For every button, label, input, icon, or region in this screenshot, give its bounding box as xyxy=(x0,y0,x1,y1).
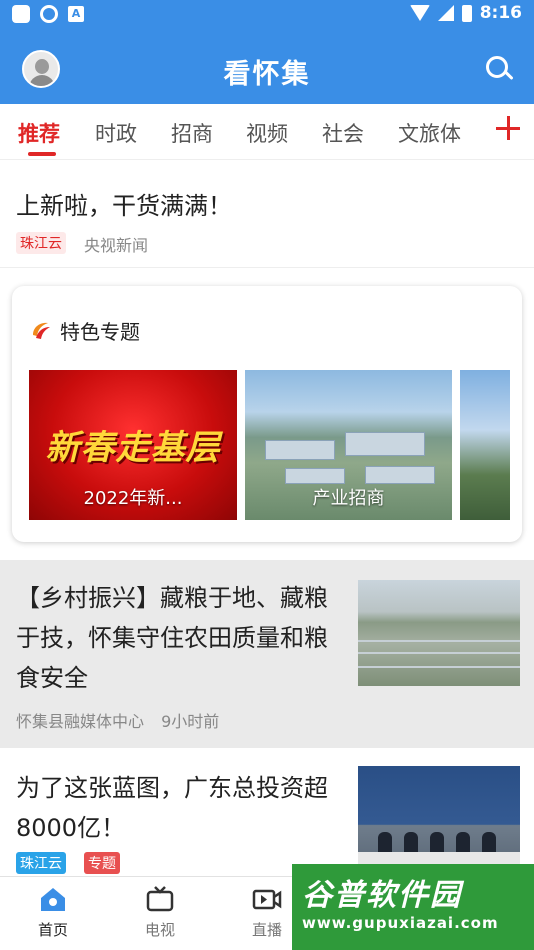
source-badge: 珠江云 xyxy=(16,852,66,874)
news-item[interactable]: 上新啦，干货满满！ 珠江云 央视新闻 xyxy=(0,168,534,268)
home-icon xyxy=(41,888,65,911)
topic-badge: 专题 xyxy=(84,852,120,874)
special-topics-title: 特色专题 xyxy=(60,320,140,344)
watermark-url: www.gupuxiazai.com xyxy=(302,914,499,932)
special-topic-item[interactable]: 新春走基层 2022年新... xyxy=(29,370,237,520)
special-topic-item[interactable] xyxy=(460,370,510,520)
nav-live[interactable]: 直播 xyxy=(237,885,297,940)
tab-culture-tourism-sports[interactable]: 文旅体 xyxy=(398,118,461,148)
news-thumbnail xyxy=(358,580,520,686)
news-title: 上新啦，干货满满！ xyxy=(16,192,232,220)
active-tab-indicator xyxy=(28,152,56,156)
watermark-main-text: 谷普软件园 xyxy=(302,878,462,913)
page-title: 看怀集 xyxy=(223,59,311,90)
tab-society[interactable]: 社会 xyxy=(322,118,364,148)
app-notification-icon: A xyxy=(68,6,84,22)
category-tabs: 推荐 时政 招商 视频 社会 文旅体 xyxy=(0,104,534,160)
tab-video[interactable]: 视频 xyxy=(246,118,288,148)
search-icon[interactable] xyxy=(484,54,514,84)
app-header: 看怀集 xyxy=(0,30,534,104)
tab-politics[interactable]: 时政 xyxy=(95,118,137,148)
tv-icon xyxy=(146,886,174,912)
news-source: 央视新闻 xyxy=(84,236,149,255)
nav-label: 直播 xyxy=(251,921,282,939)
tab-recommend[interactable]: 推荐 xyxy=(18,118,60,148)
status-time: 8:16 xyxy=(479,3,522,23)
news-item[interactable]: 【乡村振兴】藏粮于地、藏粮于技，怀集守住农田质量和粮食安全 怀集县融媒体中心 9… xyxy=(0,560,534,748)
nav-label: 首页 xyxy=(37,921,68,939)
nav-label: 电视 xyxy=(144,921,175,939)
special-topics-card: 特色专题 新春走基层 2022年新... 产业招商 xyxy=(12,286,522,542)
status-bar: A 8:16 xyxy=(0,0,534,30)
sync-icon xyxy=(40,5,58,23)
live-video-icon xyxy=(252,889,282,910)
wifi-icon xyxy=(409,5,430,21)
topic-caption: 产业招商 xyxy=(312,488,385,509)
nav-home[interactable]: 首页 xyxy=(23,885,83,940)
site-watermark: 谷普软件园 www.gupuxiazai.com xyxy=(292,864,534,950)
topic-caption: 2022年新... xyxy=(83,488,183,509)
special-topic-item[interactable]: 产业招商 xyxy=(245,370,452,520)
signal-icon xyxy=(437,5,454,21)
battery-icon xyxy=(461,4,472,22)
news-item[interactable]: 为了这张蓝图，广东总投资超8000亿！ 珠江云 专题 xyxy=(0,750,534,876)
nav-tv[interactable]: 电视 xyxy=(130,885,190,940)
notification-icon xyxy=(12,5,30,23)
special-topic-icon xyxy=(33,322,50,339)
topic-banner-text: 新春走基层 xyxy=(45,428,221,468)
news-meta: 怀集县融媒体中心 9小时前 xyxy=(16,708,219,732)
news-title: 为了这张蓝图，广东总投资超8000亿！ xyxy=(16,774,328,842)
news-thumbnail xyxy=(358,766,520,872)
add-tab-icon[interactable] xyxy=(496,116,520,140)
news-source: 怀集县融媒体中心 xyxy=(16,712,145,731)
news-time: 9小时前 xyxy=(161,712,220,731)
news-title: 【乡村振兴】藏粮于地、藏粮于技，怀集守住农田质量和粮食安全 xyxy=(16,584,328,692)
source-badge: 珠江云 xyxy=(16,232,66,254)
tab-investment[interactable]: 招商 xyxy=(171,118,213,148)
